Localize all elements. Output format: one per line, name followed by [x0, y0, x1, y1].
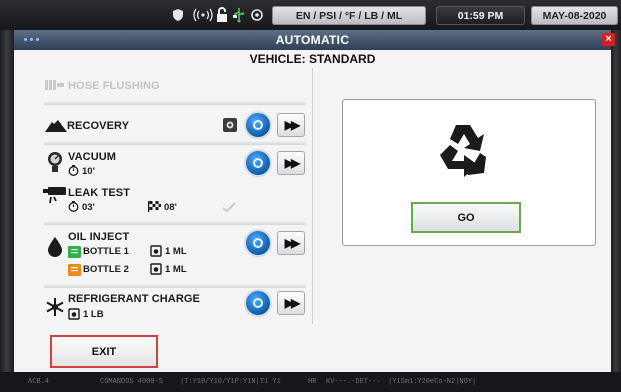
refrigerant-charge-skip-button[interactable]: ▶▶ — [277, 291, 305, 315]
lock-icon — [214, 7, 230, 23]
left-frame — [0, 30, 14, 372]
recovery-label: RECOVERY — [67, 120, 130, 132]
column-divider — [312, 68, 313, 324]
vacuum-skip-button[interactable]: ▶▶ — [277, 151, 305, 175]
refrigerant-charge-start-button[interactable] — [246, 291, 270, 315]
vacuum-time: 10' — [82, 166, 95, 177]
row-separator — [44, 140, 306, 145]
vacuum-gauge-icon — [46, 151, 64, 173]
checkmark-icon — [222, 201, 236, 213]
hose-flushing-icon — [44, 77, 66, 93]
close-icon[interactable]: × — [602, 33, 615, 46]
oil-drop-icon — [46, 236, 64, 258]
row-separator — [44, 283, 306, 288]
units-selector[interactable]: EN / PSI / °F / LB / ML — [272, 6, 426, 25]
vacuum-label: VACUUM — [68, 151, 117, 163]
bottle-2-label: BOTTLE 2 — [83, 264, 129, 275]
shield-icon — [170, 7, 186, 23]
clock-time: 01:59 PM — [436, 6, 525, 25]
row-separator — [44, 100, 306, 105]
footer-item: |Y1Sm1:Y20eCo-N2|NOY| — [388, 378, 477, 386]
leak-test-time: 03' — [82, 202, 95, 213]
timer-icon — [68, 308, 80, 320]
timer-icon — [68, 201, 79, 212]
wifi-signal-icon — [193, 7, 213, 23]
timer-icon — [150, 263, 162, 275]
timer-icon — [68, 165, 79, 176]
timer-icon — [150, 245, 162, 257]
footer-item: HR — [308, 378, 317, 386]
hose-flushing-label: HOSE FLUSHING — [68, 80, 160, 92]
date-display: MAY-08-2020 — [531, 6, 618, 25]
sync-icon — [249, 7, 265, 23]
right-frame — [611, 30, 621, 372]
bottle-1-amount: 1 ML — [165, 246, 187, 257]
oil-inject-start-button[interactable] — [246, 231, 270, 255]
refrigerant-amount: 1 LB — [83, 309, 104, 320]
vehicle-label: VEHICLE: STANDARD — [249, 52, 376, 66]
bottle-2-amount: 1 ML — [165, 264, 187, 275]
usb-icon — [231, 7, 247, 23]
oil-inject-skip-button[interactable]: ▶▶ — [277, 231, 305, 255]
footer-item: KV---.-DET--- — [326, 378, 381, 386]
recovery-skip-button[interactable]: ▶▶ — [277, 113, 305, 137]
refrigerant-charge-label: REFRIGERANT CHARGE — [68, 293, 200, 305]
row-separator — [44, 220, 306, 225]
footer-item: |T:Y10/Y10/Y1P:Y1N|T1 Y1 — [180, 378, 281, 386]
recovery-icon — [44, 118, 68, 134]
exit-button[interactable]: EXIT — [50, 335, 158, 368]
footer-item: ACB.4 — [28, 378, 50, 386]
bottle-1-color-icon — [68, 245, 81, 258]
vacuum-start-button[interactable] — [246, 151, 270, 175]
bottle-1-label: BOTTLE 1 — [83, 246, 129, 257]
footer-item: COMANDOS 4000-S — [100, 378, 164, 386]
go-button[interactable]: GO — [411, 202, 521, 233]
window-title: AUTOMATIC — [275, 33, 350, 47]
checkered-flag-icon — [148, 201, 161, 212]
leak-test-label: LEAK TEST — [68, 187, 131, 199]
recovery-settings-icon[interactable] — [221, 116, 239, 134]
bottom-status-bar: ACB.4 COMANDOS 4000-S |T:Y10/Y10/Y1P:Y1N… — [0, 372, 621, 392]
recycle-icon — [433, 120, 493, 182]
leak-test-icon — [42, 185, 68, 209]
leak-test-check-time: 08' — [164, 202, 177, 213]
recovery-start-button[interactable] — [246, 113, 270, 137]
oil-inject-label: OIL INJECT — [68, 231, 130, 243]
bottle-2-color-icon — [68, 263, 81, 276]
snowflake-icon — [44, 296, 66, 318]
